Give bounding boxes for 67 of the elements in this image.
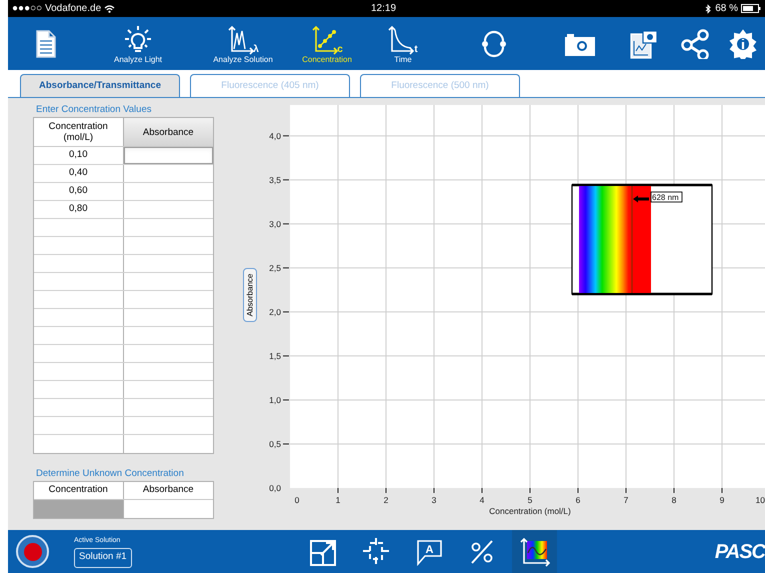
spectrum-button[interactable]: λ Analyze Solution: [213, 22, 273, 65]
axis-tick-label: 3,5: [269, 174, 281, 185]
tick-mark: [282, 223, 290, 224]
axis-tick-label: 1,0: [269, 394, 281, 405]
battery-icon: [741, 4, 761, 13]
axis-tick-label: 0,5: [269, 438, 281, 449]
toolbar-label: Time: [394, 55, 412, 65]
axis-tick-label: 8: [672, 495, 676, 505]
share-button[interactable]: [679, 28, 711, 58]
share-icon: [679, 28, 711, 58]
axis-tick-label: 0: [294, 495, 300, 505]
tab[interactable]: Absorbance/Transmittance: [20, 74, 180, 97]
tick-mark: [282, 179, 290, 180]
spectrum-graph-icon: [518, 536, 550, 566]
axis-tick-label: 3: [432, 495, 436, 505]
graph-tool-button[interactable]: [512, 530, 557, 573]
axis-tick-label: 2,5: [269, 262, 281, 273]
table-cell[interactable]: 0,40: [34, 165, 124, 182]
axis-tick-label: 1: [336, 495, 340, 505]
axis-tick-label: 4: [480, 495, 484, 505]
concentration-button[interactable]: c Concentration: [302, 22, 352, 65]
axis-tick-label: 6: [576, 495, 580, 505]
clock-text: 12:19: [371, 2, 396, 16]
axis-tick-label: 4,0: [269, 130, 281, 141]
carrier-text: ●●●○○ Vodafone.de: [12, 2, 102, 16]
toolbar-label: Analyze Solution: [213, 55, 273, 65]
tick-mark: [282, 267, 290, 268]
column-header[interactable]: Absorbance: [124, 118, 213, 146]
axis-selector-button[interactable]: Absorbance: [243, 268, 257, 322]
axis-tick-label: 2,0: [269, 306, 281, 317]
axis-title: Concentration (mol/L): [489, 506, 571, 516]
column-header: Concentration: [34, 482, 124, 499]
tick-mark: [282, 355, 290, 356]
axis-tick-label: 1,5: [269, 350, 281, 361]
record-button[interactable]: [16, 535, 49, 568]
section-title: Determine Unknown Concentration: [35, 467, 185, 481]
pointer-arrow: [633, 196, 649, 202]
input-field[interactable]: [124, 147, 213, 164]
axis-tick-label: 7: [624, 495, 628, 505]
tick-mark: [282, 311, 290, 312]
axis-tick-label: 5: [528, 495, 532, 505]
bulb-button[interactable]: Analyze Light: [114, 22, 162, 65]
axis-tick-label: 0,0: [269, 483, 281, 493]
table-cell[interactable]: 0,80: [34, 201, 124, 218]
toolbar-label: Analyze Light: [114, 55, 162, 65]
brand-logo: PASC: [714, 542, 765, 562]
wavelength-label: 628 nm: [650, 192, 682, 202]
wifi-icon: [104, 4, 116, 12]
tick-mark: [282, 443, 290, 444]
tick-mark: [282, 135, 290, 136]
axis-tick-label: 9: [720, 495, 724, 505]
axis-tick-label: 2: [384, 495, 388, 505]
column-header: Absorbance: [142, 483, 195, 498]
solution-button[interactable]: Solution #1: [74, 548, 132, 568]
axis-tick-label: 10: [756, 495, 765, 505]
time-button[interactable]: t Time: [387, 22, 419, 65]
graph-tool-button[interactable]: A: [406, 530, 451, 573]
settings-icon: [727, 28, 759, 58]
settings-button[interactable]: [727, 28, 759, 58]
table-cell[interactable]: 0,60: [34, 183, 124, 200]
toolbar-label: Concentration: [302, 55, 352, 65]
section-title: Enter Concentration Values: [35, 103, 152, 117]
axis-tick-label: 3,0: [269, 218, 281, 229]
bluetooth-icon: [705, 4, 712, 14]
tick-mark: [282, 399, 290, 400]
light-bulb-icon: [122, 25, 154, 55]
battery-text: 68 %: [715, 2, 738, 16]
